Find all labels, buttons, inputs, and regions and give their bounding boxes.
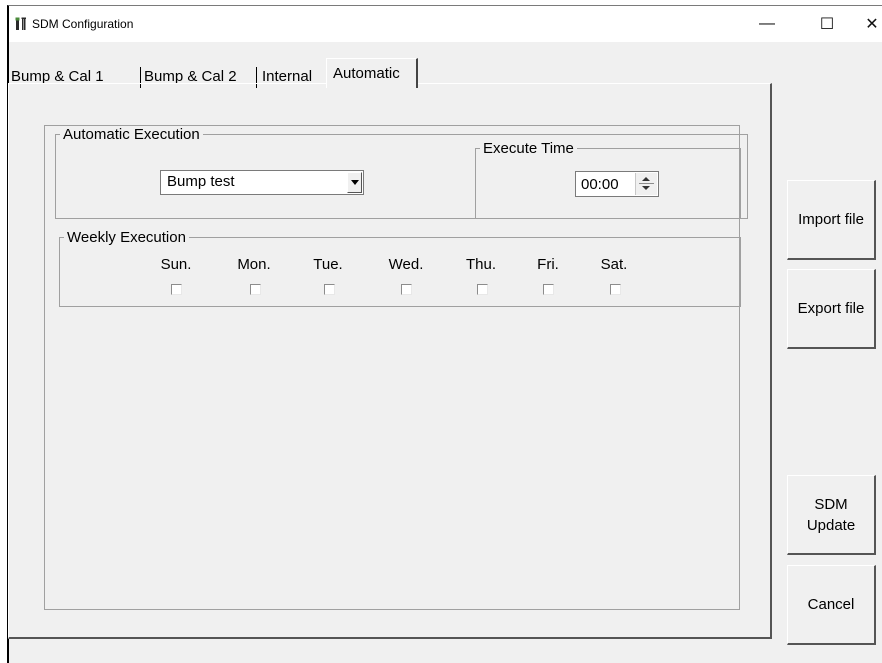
cancel-label: Cancel: [807, 596, 855, 613]
import-file-label: Import file: [798, 211, 864, 228]
checkbox-mon[interactable]: [250, 284, 261, 295]
checkbox-sun[interactable]: [171, 284, 182, 295]
checkbox-wed[interactable]: [401, 284, 412, 295]
weekly-execution-label: Weekly Execution: [67, 229, 186, 246]
execution-mode-value: Bump test: [167, 173, 235, 190]
minimize-button[interactable]: —: [744, 6, 790, 42]
execute-time-label: Execute Time: [483, 140, 574, 157]
checkbox-fri[interactable]: [543, 284, 554, 295]
arrow-up-icon[interactable]: [642, 177, 650, 181]
automatic-execution-label: Automatic Execution: [63, 126, 200, 143]
sdm-update-label: SDM Update: [806, 495, 856, 534]
import-file-button[interactable]: Import file: [787, 180, 876, 260]
checkbox-sat[interactable]: [610, 284, 621, 295]
spinner-divider: [639, 183, 654, 184]
dropdown-button[interactable]: [347, 172, 362, 193]
day-label-thu: Thu.: [465, 256, 496, 273]
maximize-button[interactable]: ☐: [804, 6, 850, 42]
tab-label: Automatic: [333, 65, 400, 82]
cancel-button[interactable]: Cancel: [787, 565, 876, 645]
export-file-button[interactable]: Export file: [787, 269, 876, 349]
day-label-wed: Wed.: [388, 256, 424, 273]
day-label-mon: Mon.: [237, 256, 271, 273]
title-bar[interactable]: SDM Configuration — ☐ ✕: [9, 6, 882, 42]
checkbox-tue[interactable]: [324, 284, 335, 295]
execution-mode-select[interactable]: Bump test: [160, 170, 364, 195]
instrument-icon: [15, 17, 26, 30]
day-label-sun: Sun.: [160, 256, 192, 273]
close-button[interactable]: ✕: [849, 6, 882, 42]
arrow-down-icon[interactable]: [642, 186, 650, 190]
sdm-update-button[interactable]: SDM Update: [787, 475, 876, 555]
tab-automatic[interactable]: Automatic: [326, 58, 418, 88]
export-file-label: Export file: [797, 300, 865, 317]
checkbox-thu[interactable]: [477, 284, 488, 295]
day-label-tue: Tue.: [313, 256, 343, 273]
execute-time-field[interactable]: 00:00: [575, 171, 659, 197]
day-label-sat: Sat.: [600, 256, 628, 273]
window-title: SDM Configuration: [32, 17, 134, 31]
time-spinner[interactable]: [635, 173, 657, 195]
day-label-fri: Fri.: [537, 256, 559, 273]
execute-time-value: 00:00: [581, 176, 619, 193]
chevron-down-icon: [351, 180, 359, 185]
